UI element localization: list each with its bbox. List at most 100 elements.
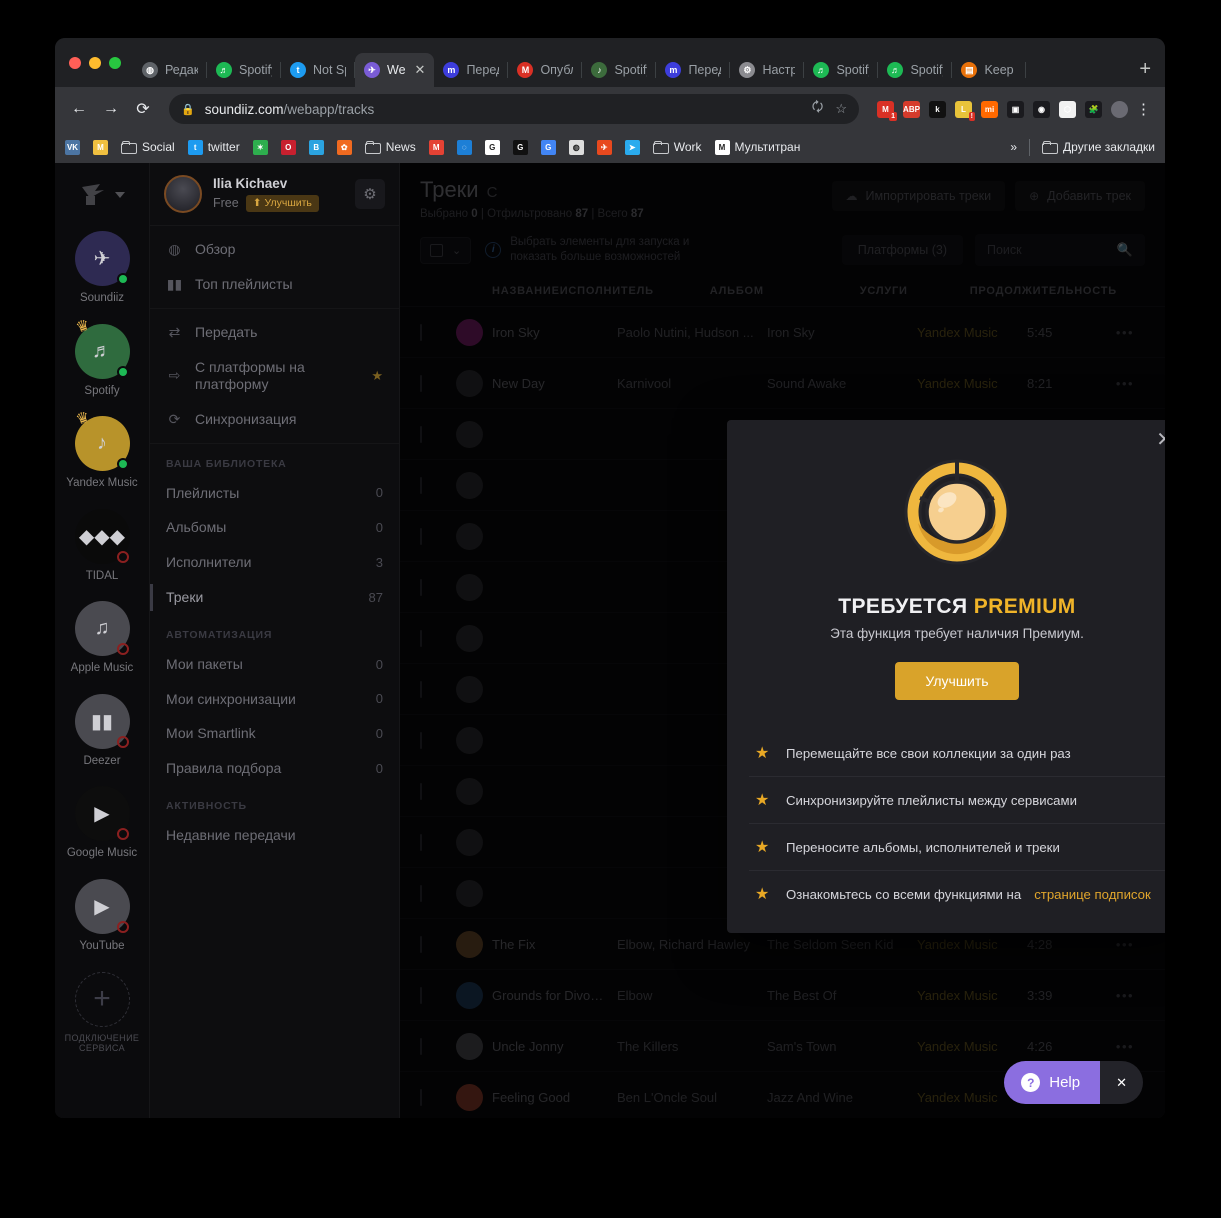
service-tidal[interactable]: ◆◆◆ TIDAL bbox=[55, 497, 150, 590]
service-soundiiz[interactable]: ✈ Soundiiz bbox=[55, 219, 150, 312]
service-yandex-music[interactable]: ♪ ♛ Yandex Music bbox=[55, 404, 150, 497]
bookmark-item[interactable]: Social bbox=[121, 140, 175, 154]
browser-tab[interactable]: m Перед bbox=[434, 53, 509, 87]
other-bookmarks-folder[interactable]: Другие закладки bbox=[1042, 140, 1155, 154]
service-deezer[interactable]: ▮▮ Deezer bbox=[55, 682, 150, 775]
bookmark-item[interactable]: ✶ bbox=[252, 139, 268, 155]
bookmark-item[interactable]: M bbox=[93, 139, 108, 155]
puzzle-icon[interactable]: 🧩 bbox=[1085, 100, 1102, 118]
browser-tab[interactable]: ⚙ Настр bbox=[730, 53, 805, 87]
bookmark-item[interactable]: M Мультитран bbox=[714, 139, 800, 155]
bookmarks-overflow-button[interactable]: » bbox=[1010, 140, 1017, 154]
upgrade-label: Улучшить bbox=[264, 196, 312, 209]
chevron-down-icon[interactable] bbox=[114, 192, 125, 198]
rail-header[interactable] bbox=[80, 171, 125, 219]
bookmark-item[interactable]: ◍ bbox=[568, 139, 584, 155]
gmail-checker-icon[interactable]: M1 bbox=[877, 100, 897, 121]
service-apple-music[interactable]: ♫ Apple Music bbox=[55, 589, 150, 682]
sidebar-item-треки[interactable]: Треки 87 bbox=[150, 580, 399, 615]
help-close-icon[interactable]: ✕ bbox=[1100, 1061, 1143, 1104]
help-button[interactable]: ? Help bbox=[1004, 1061, 1101, 1104]
subscription-page-link[interactable]: странице подписок bbox=[1034, 887, 1151, 902]
browser-tab[interactable]: ▤ Keep o bbox=[952, 53, 1027, 87]
add-service-button[interactable]: + ПОДКЛЮЧЕНИЕ СЕРВИСА bbox=[55, 960, 150, 1060]
back-button[interactable]: ← bbox=[65, 95, 93, 123]
browser-tab[interactable]: ♬ Spotify bbox=[804, 53, 879, 87]
bookmark-item[interactable]: t twitter bbox=[187, 139, 240, 155]
translate-icon[interactable]: 🗘 bbox=[812, 98, 824, 120]
browser-tab[interactable]: m Перед bbox=[656, 53, 731, 87]
adblock-icon[interactable]: ABP bbox=[903, 100, 920, 118]
bookmark-item[interactable]: ✈ bbox=[596, 139, 612, 155]
sidebar-item-обзор[interactable]: ◍ Обзор bbox=[150, 232, 399, 267]
new-tab-button[interactable]: + bbox=[1125, 59, 1165, 87]
sidebar-item-плейлисты[interactable]: Плейлисты 0 bbox=[150, 476, 399, 511]
upgrade-button[interactable]: Улучшить bbox=[895, 662, 1019, 700]
modal-title: ТРЕБУЕТСЯ PREMIUM bbox=[757, 595, 1157, 619]
transfer-icon: ⇄ bbox=[168, 324, 181, 340]
maximize-window-button[interactable] bbox=[109, 56, 121, 69]
soundiiz-logo-icon bbox=[81, 184, 104, 205]
service-spotify[interactable]: ♬ ♛ Spotify bbox=[55, 312, 150, 405]
sidebar-item-мои-синхронизации[interactable]: Мои синхронизации 0 bbox=[150, 682, 399, 717]
browser-menu-icon[interactable]: ⋮ bbox=[1132, 100, 1155, 118]
bookmark-item[interactable]: G bbox=[540, 139, 556, 155]
apple-music-icon: ♫ bbox=[74, 601, 130, 657]
bookmark-star-icon[interactable]: ☆ bbox=[835, 101, 847, 117]
browser-toolbar: ← → ⟳ 🔒 soundiiz.com/webapp/tracks 🗘 ☆ M… bbox=[55, 87, 1165, 131]
sidebar-item-передать[interactable]: ⇄ Передать bbox=[150, 315, 399, 350]
bookmark-item[interactable]: ➤ bbox=[624, 139, 640, 155]
xiaomi-icon[interactable]: mi bbox=[981, 100, 998, 118]
sidebar-item-альбомы[interactable]: Альбомы 0 bbox=[150, 510, 399, 545]
close-icon[interactable]: ✕ bbox=[1156, 430, 1165, 450]
service-youtube[interactable]: ▶ YouTube bbox=[55, 867, 150, 960]
bookmark-item[interactable]: Work bbox=[652, 140, 702, 154]
bookmark-item[interactable]: News bbox=[364, 140, 416, 154]
user-profile[interactable]: Ilia Kichaev Free ⬆ Улучшить ⚙ bbox=[150, 163, 399, 226]
status-badge bbox=[116, 273, 129, 285]
sidebar-item-мои-smartlink[interactable]: Мои Smartlink 0 bbox=[150, 716, 399, 751]
kaspersky-icon[interactable]: k bbox=[929, 100, 946, 118]
image-tool-icon[interactable]: ▣ bbox=[1007, 100, 1024, 118]
close-window-button[interactable] bbox=[69, 56, 81, 69]
service-label: Spotify bbox=[84, 384, 120, 397]
bookmark-item[interactable]: G bbox=[512, 139, 528, 155]
tab-label: Spotify bbox=[910, 63, 943, 77]
close-tab-icon[interactable]: ✕ bbox=[415, 62, 426, 78]
browser-tab[interactable]: ♬ Spotify bbox=[878, 53, 953, 87]
sidebar-item-правила-подбора[interactable]: Правила подбора 0 bbox=[150, 751, 399, 786]
spotify-icon: ♬ bbox=[887, 62, 904, 78]
bookmark-item[interactable]: ◌ bbox=[456, 139, 472, 155]
sidebar-item-исполнители[interactable]: Исполнители 3 bbox=[150, 545, 399, 580]
browser-tab[interactable]: ♬ Spotify bbox=[207, 53, 281, 87]
bookmark-item[interactable]: O bbox=[280, 139, 296, 155]
sidebar-item-синхронизация[interactable]: ⟳ Синхронизация bbox=[150, 402, 399, 437]
reload-button[interactable]: ⟳ bbox=[129, 95, 157, 123]
browser-tab[interactable]: ◍ Редакт bbox=[133, 53, 207, 87]
browser-tab[interactable]: t Not Sp bbox=[281, 53, 355, 87]
water-drop-icon[interactable]: ◉ bbox=[1033, 100, 1050, 118]
upgrade-badge-button[interactable]: ⬆ Улучшить bbox=[245, 194, 319, 212]
bookmark-item[interactable]: M bbox=[428, 139, 444, 155]
tab-label: We bbox=[387, 63, 406, 77]
lastpass-icon[interactable]: L! bbox=[955, 100, 975, 121]
settings-gear-icon[interactable]: ⚙ bbox=[355, 179, 385, 209]
browser-tab[interactable]: M Опубл bbox=[508, 53, 583, 87]
profile-avatar[interactable] bbox=[1111, 100, 1128, 118]
star-icon: ★ bbox=[755, 886, 770, 903]
bookmark-item[interactable]: VK bbox=[65, 139, 80, 155]
bookmark-item[interactable]: ✿ bbox=[336, 139, 352, 155]
sidebar-item-недавние-передачи[interactable]: Недавние передачи bbox=[150, 818, 399, 853]
box-icon[interactable]: ⬡ bbox=[1059, 100, 1076, 118]
service-google-music[interactable]: ▶ Google Music bbox=[55, 774, 150, 867]
browser-tab[interactable]: ♪ Spotify bbox=[582, 53, 657, 87]
sidebar-item-с-платформы-на-платформу[interactable]: ⇨ С платформы на платформу ★ bbox=[150, 350, 399, 402]
minimize-window-button[interactable] bbox=[89, 56, 101, 69]
browser-tab-active[interactable]: ✈ We ✕ bbox=[355, 53, 435, 87]
sidebar-item-топ-плейлисты[interactable]: ▮▮ Топ плейлисты bbox=[150, 267, 399, 302]
sidebar-item-мои-пакеты[interactable]: Мои пакеты 0 bbox=[150, 647, 399, 682]
address-bar[interactable]: 🔒 soundiiz.com/webapp/tracks 🗘 ☆ bbox=[169, 94, 859, 124]
bookmark-item[interactable]: B bbox=[308, 139, 324, 155]
forward-button[interactable]: → bbox=[97, 95, 125, 123]
bookmark-item[interactable]: G bbox=[484, 139, 500, 155]
